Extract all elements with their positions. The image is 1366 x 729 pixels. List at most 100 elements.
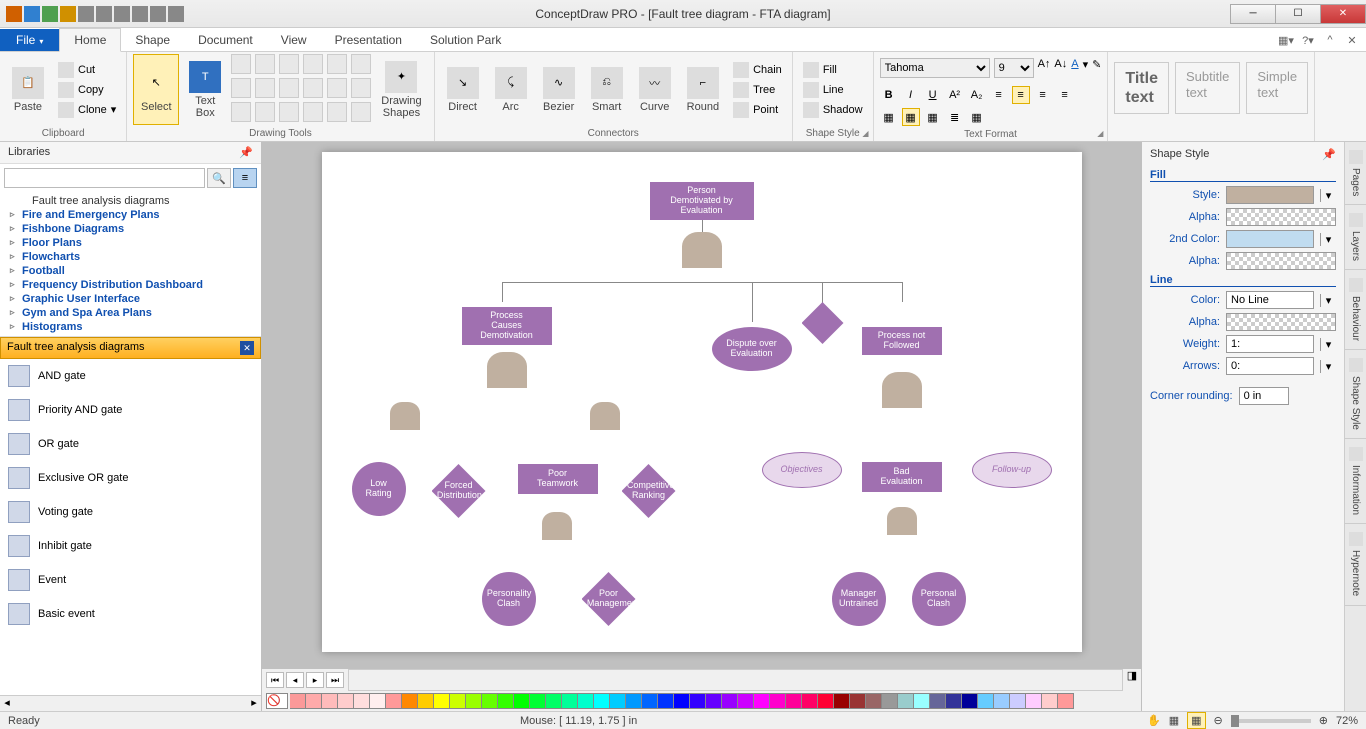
fta-basic[interactable]: Manager Untrained: [832, 572, 886, 626]
tree-item[interactable]: Flowcharts: [4, 250, 257, 264]
cut-button[interactable]: Cut: [54, 61, 120, 79]
zoom-slider[interactable]: [1231, 719, 1311, 723]
fta-event[interactable]: Dispute over Evaluation: [712, 327, 792, 371]
fta-or-gate[interactable]: [487, 352, 527, 388]
select-button[interactable]: ↖Select: [133, 54, 179, 125]
fta-and-gate[interactable]: [390, 402, 420, 430]
side-tab[interactable]: Layers: [1345, 205, 1366, 270]
fontcolor-icon[interactable]: A: [1071, 58, 1078, 78]
tab-home[interactable]: Home: [59, 28, 121, 52]
fta-transfer[interactable]: Objectives: [762, 452, 842, 488]
color-swatch[interactable]: [898, 693, 914, 709]
smart-button[interactable]: ⎌Smart: [585, 54, 629, 125]
color-swatch[interactable]: [354, 693, 370, 709]
snap-icon[interactable]: ▦: [1169, 714, 1179, 727]
color-swatch[interactable]: [530, 693, 546, 709]
valign-bot-icon[interactable]: ▦: [924, 108, 942, 126]
help-icon[interactable]: ?▾: [1300, 32, 1316, 48]
tab-next-icon[interactable]: ▸: [306, 672, 324, 688]
shape-item[interactable]: AND gate: [0, 359, 261, 393]
color-swatch[interactable]: [802, 693, 818, 709]
canvas-page[interactable]: Person Demotivated by Evaluation Process…: [322, 152, 1082, 652]
qat-icon[interactable]: [78, 6, 94, 22]
color-swatch[interactable]: [786, 693, 802, 709]
shape-item[interactable]: Exclusive OR gate: [0, 461, 261, 495]
minimize-button[interactable]: ─: [1230, 4, 1276, 24]
color2-swatch[interactable]: [1226, 230, 1314, 248]
color-swatch[interactable]: [610, 693, 626, 709]
align-right-icon[interactable]: ≡: [1034, 86, 1052, 104]
color-swatch[interactable]: [850, 693, 866, 709]
drawingshapes-button[interactable]: ✦Drawing Shapes: [375, 54, 427, 125]
view-toggle[interactable]: ≡: [233, 168, 257, 188]
color-swatch[interactable]: [690, 693, 706, 709]
color-swatch[interactable]: [498, 693, 514, 709]
color-swatch[interactable]: [434, 693, 450, 709]
textbox-button[interactable]: TText Box: [183, 54, 227, 125]
shape-item[interactable]: Voting gate: [0, 495, 261, 529]
color-swatch[interactable]: [306, 693, 322, 709]
color-swatch[interactable]: [946, 693, 962, 709]
qat-icon[interactable]: [60, 6, 76, 22]
valign-top-icon[interactable]: ▦: [880, 108, 898, 126]
tree-item[interactable]: Floor Plans: [4, 236, 257, 250]
side-tab[interactable]: Shape Style: [1345, 350, 1366, 439]
valign-mid-icon[interactable]: ▦: [902, 108, 920, 126]
fta-basic[interactable]: Personal Clash: [912, 572, 966, 626]
line-button[interactable]: Line: [799, 81, 867, 99]
close-icon[interactable]: ✕: [240, 341, 254, 355]
fta-or-gate[interactable]: [682, 232, 722, 268]
zoom-out-icon[interactable]: ⊖: [1214, 714, 1223, 727]
fill-button[interactable]: Fill: [799, 61, 867, 79]
color-swatch[interactable]: [818, 693, 834, 709]
tab-first-icon[interactable]: ⏮: [266, 672, 284, 688]
color-swatch[interactable]: [1058, 693, 1074, 709]
grow-font-icon[interactable]: A↑: [1038, 58, 1051, 78]
fta-undeveloped[interactable]: Competitive Ranking: [622, 464, 676, 518]
tab-last-icon[interactable]: ⏭: [326, 672, 344, 688]
qat-icon[interactable]: [132, 6, 148, 22]
color-swatch[interactable]: [914, 693, 930, 709]
copy-button[interactable]: Copy: [54, 81, 120, 99]
tree-item[interactable]: Graphic User Interface: [4, 292, 257, 306]
color-swatch[interactable]: [770, 693, 786, 709]
qat-icon[interactable]: [150, 6, 166, 22]
bezier-button[interactable]: ∿Bezier: [537, 54, 581, 125]
doc-icon[interactable]: ▦▾: [1278, 32, 1294, 48]
corner-input[interactable]: 0 in: [1239, 387, 1289, 405]
dropdown-icon[interactable]: ▾: [1320, 189, 1336, 202]
color-swatch[interactable]: [1010, 693, 1026, 709]
fta-and-gate[interactable]: [590, 402, 620, 430]
tree-item[interactable]: Gym and Spa Area Plans: [4, 306, 257, 320]
fta-basic[interactable]: Low Rating: [352, 462, 406, 516]
dropdown-icon[interactable]: ▾: [1320, 338, 1336, 351]
fta-or-gate[interactable]: [542, 512, 572, 540]
clone-button[interactable]: Clone▾: [54, 101, 120, 119]
bold-button[interactable]: B: [880, 86, 898, 104]
fta-inhibit[interactable]: [802, 302, 844, 344]
color-swatch[interactable]: [658, 693, 674, 709]
arrows-select[interactable]: 0:: [1226, 357, 1314, 375]
zoom-in-icon[interactable]: ⊕: [1319, 714, 1328, 727]
chain-button[interactable]: Chain: [729, 61, 786, 79]
table-icon[interactable]: ▦: [968, 108, 986, 126]
qat-icon[interactable]: [96, 6, 112, 22]
round-button[interactable]: ⌐Round: [681, 54, 725, 125]
color-swatch[interactable]: [482, 693, 498, 709]
shrink-font-icon[interactable]: A↓: [1054, 58, 1067, 78]
bullets-icon[interactable]: ≣: [946, 108, 964, 126]
color-swatch[interactable]: [594, 693, 610, 709]
shape-item[interactable]: Inhibit gate: [0, 529, 261, 563]
style-subtitle[interactable]: Subtitle text: [1175, 62, 1240, 114]
close-button[interactable]: ✕: [1320, 4, 1366, 24]
color-swatch[interactable]: [562, 693, 578, 709]
fta-basic[interactable]: Personality Clash: [482, 572, 536, 626]
dropdown-icon[interactable]: ▾: [1320, 294, 1336, 307]
side-tab[interactable]: Pages: [1345, 142, 1366, 205]
fta-and-gate[interactable]: [887, 507, 917, 535]
child-close-icon[interactable]: ✕: [1344, 32, 1360, 48]
weight-select[interactable]: 1:: [1226, 335, 1314, 353]
fta-event[interactable]: Process Causes Demotivation: [462, 307, 552, 345]
color-swatch[interactable]: [626, 693, 642, 709]
collapse-icon[interactable]: ^: [1322, 32, 1338, 48]
